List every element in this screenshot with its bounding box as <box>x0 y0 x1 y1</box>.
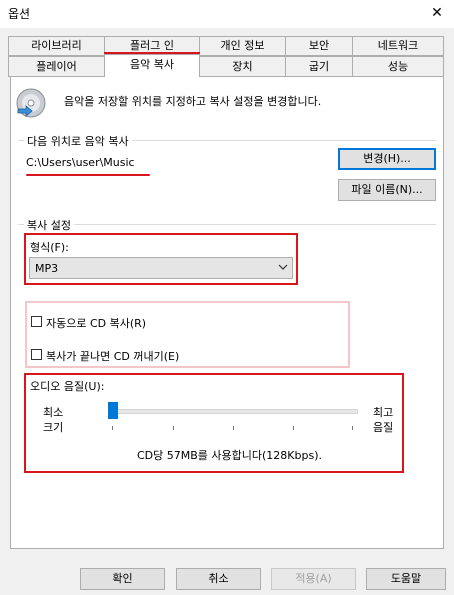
slider-tick <box>352 426 353 430</box>
eject-checkbox[interactable] <box>31 349 42 360</box>
max-quality-label-1: 최고 <box>373 406 394 419</box>
change-location-button[interactable]: 변경(H)... <box>338 148 436 170</box>
location-group-label: 다음 위치로 음악 복사 <box>24 133 132 149</box>
min-size-label-2: 크기 <box>43 421 64 434</box>
ok-button[interactable]: 확인 <box>80 568 165 590</box>
slider-tick <box>173 426 174 430</box>
tab-label: 성능 <box>387 60 409 73</box>
min-size-label-1: 최소 <box>43 406 64 419</box>
tab-label: 라이브러리 <box>31 39 82 52</box>
eject-label: 복사가 끝나면 CD 꺼내기(E) <box>46 350 180 363</box>
quality-slider-thumb[interactable] <box>108 402 118 419</box>
tab-library[interactable]: 라이브러리 <box>8 36 105 56</box>
rip-settings-group-label: 복사 설정 <box>24 217 74 233</box>
tab-devices[interactable]: 장치 <box>199 56 286 77</box>
tab-security[interactable]: 보안 <box>285 36 353 56</box>
slider-tick <box>112 426 113 430</box>
cd-rip-icon <box>15 87 47 119</box>
slider-tick <box>293 426 294 430</box>
quality-slider-track[interactable] <box>108 409 358 414</box>
tab-label: 음악 복사 <box>130 58 174 71</box>
window-title: 옵션 <box>8 7 31 21</box>
file-name-button[interactable]: 파일 이름(N)... <box>338 179 436 201</box>
format-select[interactable]: MP3 <box>29 257 293 279</box>
audio-quality-label: 오디오 음질(U): <box>30 380 105 393</box>
close-button[interactable]: ✕ <box>420 0 454 28</box>
music-path: C:\Users\user\Music <box>26 156 135 169</box>
tab-plugins[interactable]: 플러그 인 <box>104 36 200 56</box>
tab-label: 네트워크 <box>377 39 419 52</box>
tab-label: 장치 <box>232 60 253 73</box>
apply-button[interactable]: 적용(A) <box>271 568 356 590</box>
slider-tick <box>233 426 234 430</box>
max-quality-label-2: 음질 <box>373 421 394 434</box>
quality-info: CD당 57MB를 사용합니다(128Kbps). <box>137 449 323 462</box>
header-description: 음악을 저장할 위치를 지정하고 복사 설정을 변경합니다. <box>64 95 322 108</box>
path-underline <box>26 174 150 176</box>
auto-rip-checkbox[interactable] <box>31 316 42 327</box>
tab-player[interactable]: 플레이어 <box>8 56 105 77</box>
format-label: 형식(F): <box>30 241 69 254</box>
tab-label: 개인 정보 <box>220 39 265 52</box>
auto-rip-label: 자동으로 CD 복사(R) <box>46 317 147 330</box>
tab-network[interactable]: 네트워크 <box>352 36 444 56</box>
tab-rip-music[interactable]: 음악 복사 <box>104 54 200 77</box>
tab-label: 플러그 인 <box>130 39 174 52</box>
format-value: MP3 <box>35 262 59 275</box>
close-icon: ✕ <box>431 5 443 21</box>
tab-burn[interactable]: 굽기 <box>285 56 353 77</box>
chevron-down-icon <box>278 262 288 272</box>
tab-label: 굽기 <box>308 60 330 73</box>
tab-privacy[interactable]: 개인 정보 <box>199 36 286 56</box>
rip-settings-divider <box>18 224 436 225</box>
tab-label: 플레이어 <box>36 60 77 73</box>
tab-label: 보안 <box>308 39 330 52</box>
title-bar <box>0 0 454 28</box>
cancel-button[interactable]: 취소 <box>176 568 261 590</box>
tab-performance[interactable]: 성능 <box>352 56 444 77</box>
help-button[interactable]: 도움말 <box>366 568 446 590</box>
